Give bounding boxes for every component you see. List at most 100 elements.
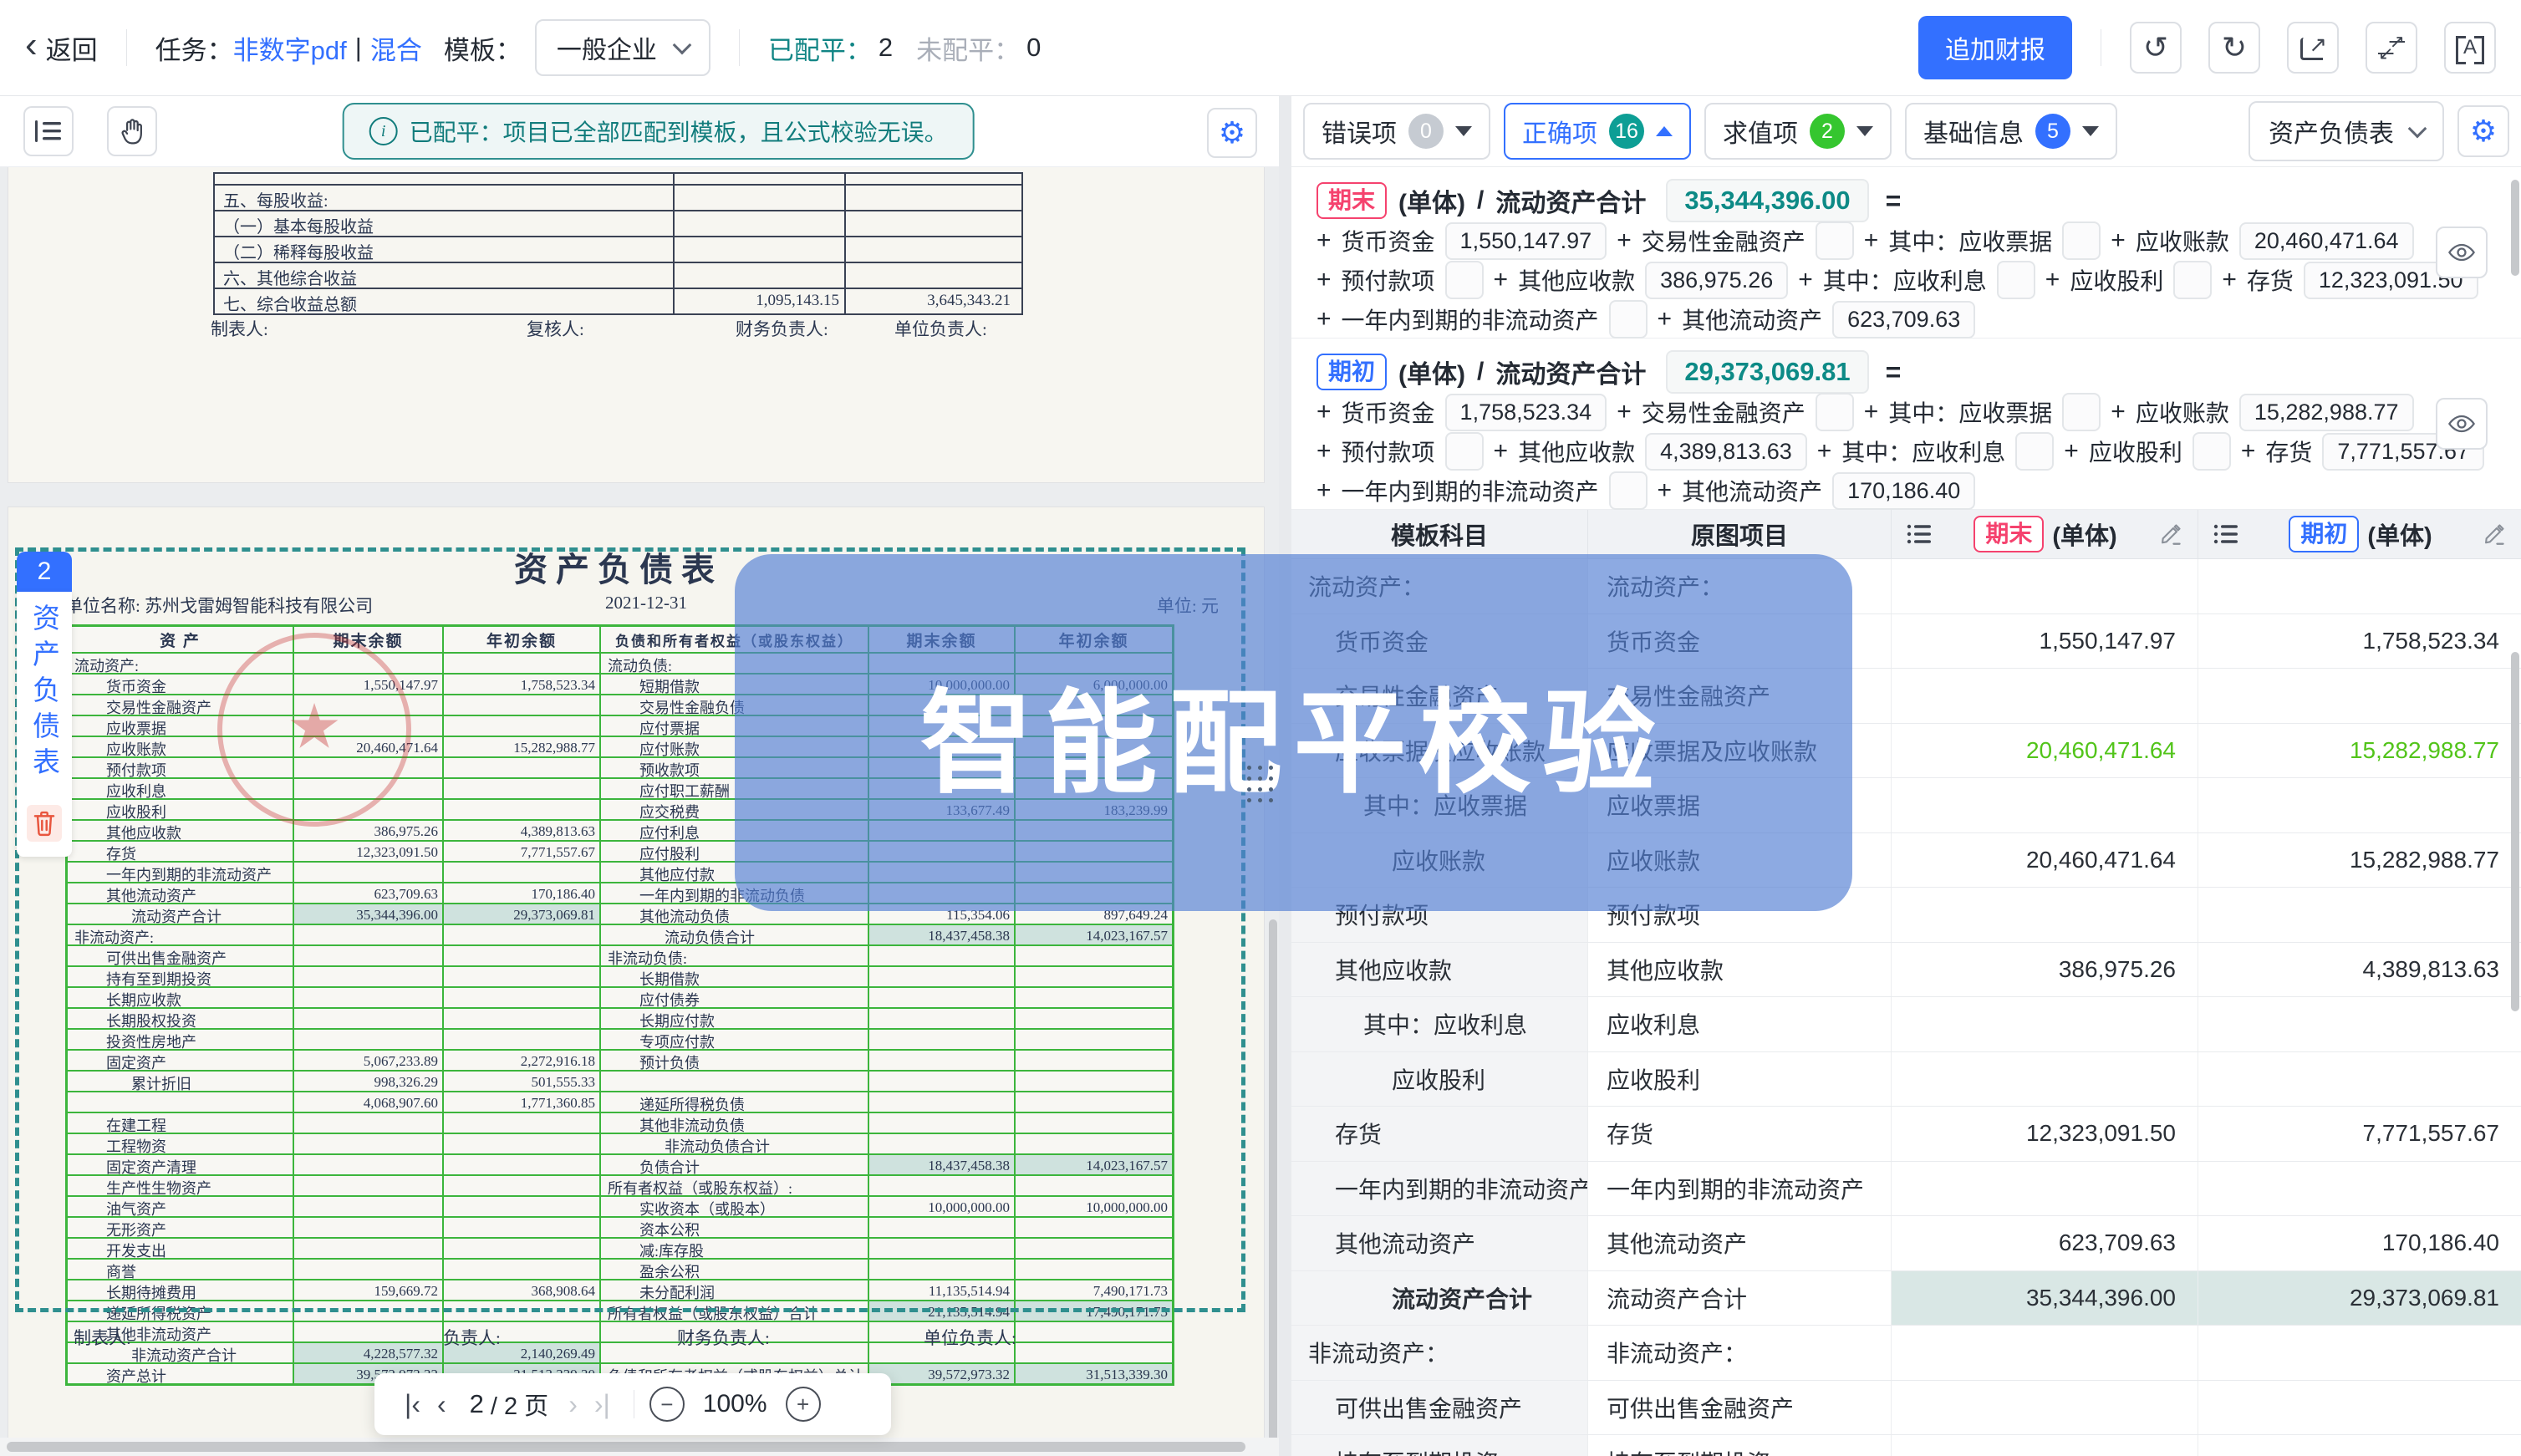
original-item-cell[interactable]: 应收票据及应收账款 <box>1588 724 1892 778</box>
document-viewer[interactable]: 五、每股收益:（一）基本每股收益（二）稀释每股收益六、其他综合收益七、综合收益总… <box>0 167 1279 1456</box>
formula-settings-button[interactable]: ⚙ <box>2457 105 2509 157</box>
formula-term-value[interactable] <box>1816 393 1854 431</box>
template-subject-cell[interactable]: 非流动资产： <box>1291 1326 1588 1380</box>
original-item-cell[interactable]: 可供出售金融资产 <box>1588 1381 1892 1435</box>
formula-scrollbar[interactable] <box>2511 180 2519 276</box>
formula-term-value[interactable] <box>1609 300 1648 339</box>
template-subject-cell[interactable]: 其中：应收票据 <box>1291 778 1588 832</box>
back-button[interactable]: ‹ 返回 <box>25 29 98 67</box>
template-subject-cell[interactable]: 可供出售金融资产 <box>1291 1381 1588 1435</box>
period-end-value-cell[interactable]: 623,709.63 <box>1892 1216 2198 1270</box>
fullscreen-button[interactable]: ↗↙ <box>2366 22 2417 74</box>
formula-term-value[interactable]: 386,975.26 <box>1645 262 1788 299</box>
formula-term-value[interactable] <box>2062 393 2101 431</box>
original-item-cell[interactable]: 非流动资产： <box>1588 1326 1892 1380</box>
formula-term-value[interactable]: 4,389,813.63 <box>1645 433 1807 471</box>
formula-term-value[interactable] <box>1445 432 1484 471</box>
formula-term-value[interactable] <box>2193 432 2231 471</box>
period-begin-value-cell[interactable]: 15,282,988.77 <box>2198 833 2521 888</box>
last-page-button[interactable]: ›| <box>594 1389 610 1420</box>
formula-term-value[interactable]: 1,758,523.34 <box>1445 394 1607 431</box>
export-button[interactable]: ↗ <box>2287 22 2339 74</box>
edit-pencil-icon[interactable] <box>2483 522 2506 546</box>
formula-term-value[interactable] <box>1997 261 2035 299</box>
original-item-cell[interactable]: 存货 <box>1588 1107 1892 1161</box>
period-end-value-cell[interactable] <box>1892 1381 2198 1435</box>
original-item-cell[interactable]: 流动资产合计 <box>1588 1271 1892 1326</box>
formula-term-value[interactable]: 15,282,988.77 <box>2239 394 2414 431</box>
template-subject-cell[interactable]: 一年内到期的非流动资产 <box>1291 1162 1588 1216</box>
original-item-cell[interactable]: 货币资金 <box>1588 614 1892 669</box>
period-end-value-cell[interactable]: 386,975.26 <box>1892 943 2198 997</box>
ocr-button[interactable]: A <box>2444 22 2496 74</box>
zoom-in-button[interactable]: + <box>786 1387 821 1422</box>
period-begin-value-cell[interactable] <box>2198 778 2521 832</box>
formula-total-value[interactable]: 35,344,396.00 <box>1666 179 1868 222</box>
formula-term-value[interactable]: 20,460,471.64 <box>2239 222 2414 260</box>
period-begin-value-cell[interactable]: 4,389,813.63 <box>2198 943 2521 997</box>
task-mode-link[interactable]: 混合 <box>370 29 422 67</box>
period-end-value-cell[interactable]: 35,344,396.00 <box>1892 1271 2198 1326</box>
period-begin-value-cell[interactable]: 15,282,988.77 <box>2198 724 2521 778</box>
formula-term-value[interactable] <box>1609 471 1648 510</box>
document-horizontal-scrollbar[interactable] <box>7 1442 1245 1452</box>
task-type-link[interactable]: 非数字pdf <box>233 29 347 67</box>
template-subject-cell[interactable]: 货币资金 <box>1291 614 1588 669</box>
period-end-value-cell[interactable] <box>1892 1435 2198 1456</box>
sheet-type-select[interactable]: 资产负债表 <box>2249 101 2444 161</box>
first-page-button[interactable]: |‹ <box>405 1389 420 1420</box>
original-item-cell[interactable]: 其他流动资产 <box>1588 1216 1892 1270</box>
template-subject-cell[interactable]: 应收账款 <box>1291 833 1588 888</box>
period-begin-value-cell[interactable] <box>2198 1326 2521 1380</box>
template-subject-cell[interactable]: 持有至到期投资 <box>1291 1435 1588 1456</box>
period-begin-value-cell[interactable] <box>2198 1052 2521 1107</box>
template-subject-cell[interactable]: 预付款项 <box>1291 888 1588 942</box>
template-subject-cell[interactable]: 其他应收款 <box>1291 943 1588 997</box>
formula-term-value[interactable] <box>1816 221 1854 260</box>
period-end-value-cell[interactable] <box>1892 778 2198 832</box>
formula-term-value[interactable]: 623,709.63 <box>1832 301 1975 339</box>
period-end-value-cell[interactable]: 20,460,471.64 <box>1892 724 2198 778</box>
add-report-button[interactable]: 追加财报 <box>1918 16 2072 79</box>
original-item-cell[interactable]: 应收账款 <box>1588 833 1892 888</box>
period-begin-value-cell[interactable] <box>2198 997 2521 1051</box>
template-subject-cell[interactable]: 流动资产： <box>1291 559 1588 613</box>
period-begin-value-cell[interactable]: 170,186.40 <box>2198 1216 2521 1270</box>
refresh-button[interactable]: ↻ <box>2208 22 2260 74</box>
edit-pencil-icon[interactable] <box>2159 522 2182 546</box>
period-begin-value-cell[interactable] <box>2198 1381 2521 1435</box>
formula-total-value[interactable]: 29,373,069.81 <box>1666 350 1868 394</box>
period-begin-value-cell[interactable]: 1,758,523.34 <box>2198 614 2521 669</box>
template-subject-cell[interactable]: 应收股利 <box>1291 1052 1588 1107</box>
period-begin-value-cell[interactable]: 7,771,557.67 <box>2198 1107 2521 1161</box>
period-end-value-cell[interactable]: 20,460,471.64 <box>1892 833 2198 888</box>
period-end-value-cell[interactable] <box>1892 1326 2198 1380</box>
delete-sheet-button[interactable] <box>27 805 62 842</box>
list-icon[interactable] <box>2213 523 2238 545</box>
original-item-cell[interactable]: 其他应收款 <box>1588 943 1892 997</box>
tab-correct-items[interactable]: 正确项 16 <box>1504 103 1691 160</box>
period-begin-value-cell[interactable] <box>2198 1162 2521 1216</box>
preview-formula-button[interactable] <box>2436 398 2488 450</box>
template-subject-cell[interactable]: 流动资产合计 <box>1291 1271 1588 1326</box>
period-begin-value-cell[interactable] <box>2198 559 2521 613</box>
period-end-value-cell[interactable] <box>1892 888 2198 942</box>
period-end-value-cell[interactable]: 1,550,147.97 <box>1892 614 2198 669</box>
original-item-cell[interactable]: 应收股利 <box>1588 1052 1892 1107</box>
table-scrollbar[interactable] <box>2511 652 2519 1011</box>
original-item-cell[interactable]: 应收票据 <box>1588 778 1892 832</box>
auto-match-button[interactable]: ⚙ <box>1207 108 1257 158</box>
period-begin-value-cell[interactable] <box>2198 669 2521 723</box>
period-begin-value-cell[interactable] <box>2198 1435 2521 1456</box>
tab-basic-info[interactable]: 基础信息 5 <box>1905 103 2117 160</box>
original-item-cell[interactable]: 一年内到期的非流动资产 <box>1588 1162 1892 1216</box>
tab-evaluate-items[interactable]: 求值项 2 <box>1704 103 1892 160</box>
template-subject-cell[interactable]: 应收票据及应收账款 <box>1291 724 1588 778</box>
preview-formula-button[interactable] <box>2436 227 2488 278</box>
prev-page-button[interactable]: ‹ <box>437 1389 446 1420</box>
original-item-cell[interactable]: 持有至到期投资 <box>1588 1435 1892 1456</box>
template-subject-cell[interactable]: 其他流动资产 <box>1291 1216 1588 1270</box>
original-item-cell[interactable]: 预付款项 <box>1588 888 1892 942</box>
panel-divider-handle[interactable] <box>1247 766 1275 804</box>
template-subject-cell[interactable]: 交易性金融资产 <box>1291 669 1588 723</box>
